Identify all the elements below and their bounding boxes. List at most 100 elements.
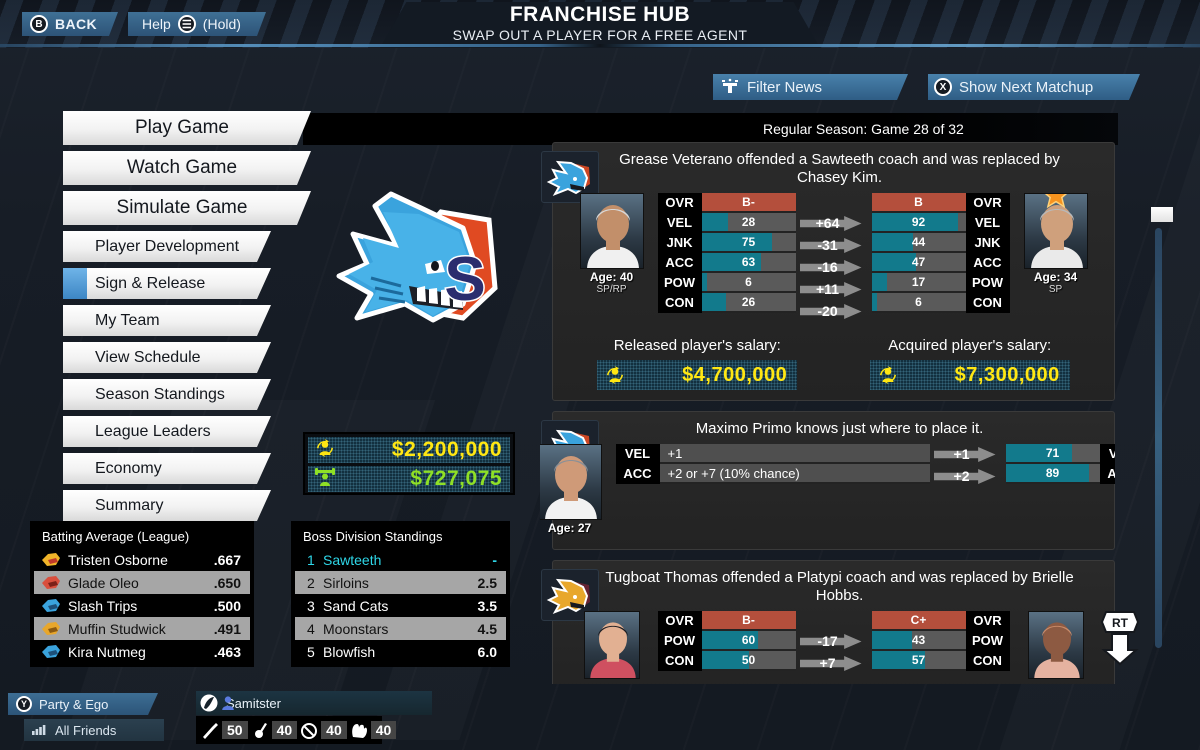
news-scrollbar-track[interactable] — [1155, 228, 1162, 648]
glove-icon — [351, 724, 367, 738]
delta-value: -17 — [817, 633, 838, 649]
standings-rank: 5 — [307, 643, 315, 660]
menu-item-sign-release[interactable]: Sign & Release — [63, 268, 271, 299]
released-salary-label: Released player's salary: — [613, 337, 781, 354]
budget-row: $2,200,000 — [308, 437, 510, 463]
stat-delta: +1 — [930, 444, 1006, 464]
all-friends-button[interactable]: All Friends — [24, 719, 164, 741]
menu-item-summary[interactable]: Summary — [63, 490, 271, 521]
menu-item-label: View Schedule — [95, 348, 201, 366]
standings-rank: 4 — [307, 620, 315, 637]
stat-label: JNK — [657, 233, 702, 253]
stat-bar: C+ — [871, 611, 966, 631]
standings-panel: Boss Division Standings 1 Sawteeth - 2 Sirlo… — [291, 521, 510, 667]
stat-label: VEL — [1099, 444, 1115, 464]
stat-bar: 50 — [701, 651, 796, 671]
acquired-salary-chip: $7,300,000 — [870, 360, 1070, 390]
news-training[interactable]: Maximo Primo knows just where to place i… — [540, 411, 1115, 550]
standings-games-back: 4.5 — [477, 620, 497, 637]
batting-row: Glade Oleo .650 — [34, 571, 250, 594]
acquired-salary-label: Acquired player's salary: — [888, 337, 1052, 354]
player-swap-icon — [314, 438, 336, 463]
rt-scroll-button[interactable]: RT — [1098, 608, 1142, 666]
stat-table: OVR POW CON B- 60 50 — [657, 611, 796, 671]
standings-rank: 1 — [307, 551, 315, 568]
stat-value: 6 — [745, 275, 752, 289]
news-feed[interactable]: Grease Veterano offended a Sawteeth coac… — [540, 142, 1115, 684]
signal-icon — [32, 723, 48, 738]
menu-item-view-schedule[interactable]: View Schedule — [63, 342, 271, 373]
menu-item-season-standings[interactable]: Season Standings — [63, 379, 271, 410]
stat-label: CON — [965, 293, 1010, 313]
player-name-chip[interactable]: Samitster — [196, 691, 432, 715]
stat-value: B- — [742, 613, 755, 627]
stat-value: 28 — [741, 215, 756, 229]
news-swap[interactable]: Grease Veterano offended a Sawteeth coac… — [541, 142, 1115, 401]
batting-average-rows: Tristen Osborne .667 Glade Oleo .650 Slash T… — [34, 548, 250, 663]
star-icon — [1042, 194, 1070, 214]
player-position: SP/RP — [596, 284, 627, 295]
equipment-item: 40 — [349, 720, 397, 740]
show-next-matchup-button[interactable]: X Show Next Matchup — [928, 74, 1140, 100]
menu-item-my-team[interactable]: My Team — [63, 305, 271, 336]
shark-icon — [40, 597, 62, 615]
stat-label-column: OVR POW CON — [965, 611, 1010, 671]
stat-bar: 63 — [701, 253, 796, 273]
menu-item-economy[interactable]: Economy — [63, 453, 271, 484]
help-button[interactable]: Help ☰ (Hold) — [128, 12, 266, 36]
all-friends-label: All Friends — [55, 722, 117, 738]
batting-player-name: Tristen Osborne — [68, 551, 168, 568]
bird-icon — [40, 551, 62, 569]
player-portrait — [579, 193, 644, 269]
stat-value: B — [914, 195, 923, 209]
stat-value: 71 — [1045, 446, 1060, 460]
stat-value: 75 — [741, 235, 756, 249]
stat-bar: 47 — [871, 253, 966, 273]
stat-label: ACC — [657, 253, 702, 273]
standings-games-back: 2.5 — [477, 574, 497, 591]
stat-bar-fill — [701, 273, 708, 291]
stat-label: VEL — [615, 444, 660, 464]
show-next-matchup-label: Show Next Matchup — [959, 78, 1094, 96]
standings-games-back: 6.0 — [477, 643, 497, 660]
stat-bar: 60 — [701, 631, 796, 651]
menu-item-league-leaders[interactable]: League Leaders — [63, 416, 271, 447]
menu-item-simulate-game[interactable]: Simulate Game — [63, 191, 311, 225]
player-portrait-column — [566, 611, 658, 679]
standings-row: 4 Moonstars 4.5 — [295, 617, 506, 640]
stat-bar: 43 — [871, 631, 966, 651]
party-and-ego-button[interactable]: Y Party & Ego — [8, 693, 158, 715]
y-button-icon: Y — [16, 696, 32, 712]
menu-item-watch-game[interactable]: Watch Game — [63, 151, 311, 185]
menu-item-player-development[interactable]: Player Development — [63, 231, 271, 262]
standings-row: 5 Blowfish 6.0 — [295, 640, 506, 663]
news-scrollbar-thumb[interactable] — [1151, 207, 1173, 222]
platform-icon — [200, 694, 218, 715]
acquired-salary-value: $7,300,000 — [954, 363, 1060, 386]
stat-label: CON — [657, 651, 702, 671]
person-icon — [220, 695, 236, 714]
delta-value: +64 — [815, 215, 840, 231]
back-button[interactable]: B BACK — [22, 12, 118, 36]
player-age: Age: 27 — [547, 521, 592, 535]
stat-label: OVR — [657, 611, 702, 631]
help-button-label: Help — [142, 16, 171, 32]
released-salary-chip: $4,700,000 — [597, 360, 797, 390]
equipment-item: 40 — [250, 720, 298, 740]
menu-selection-indicator — [63, 268, 87, 299]
batting-player-name: Kira Nutmeg — [68, 643, 146, 660]
player-portrait-column: Age: 34 SP — [1010, 193, 1102, 295]
training-text-bar: +1 — [659, 444, 930, 464]
header-underline — [0, 44, 1200, 47]
news-swap-2[interactable]: Tugboat Thomas offended a Platypi coach … — [541, 560, 1115, 684]
menu-item-play-game[interactable]: Play Game — [63, 111, 311, 145]
delta-value: +11 — [816, 281, 839, 297]
batting-average-panel: Batting Average (League) Tristen Osborne… — [30, 521, 254, 667]
budget-value: $2,200,000 — [391, 438, 502, 461]
stat-label: OVR — [965, 611, 1010, 631]
released-salary-column: Released player's salary: $4,700,000 — [561, 337, 834, 390]
equipment-value: 40 — [321, 721, 347, 739]
standings-rank: 3 — [307, 597, 315, 614]
equipment-item: 50 — [200, 720, 248, 740]
filter-news-button[interactable]: Filter News — [713, 74, 908, 100]
